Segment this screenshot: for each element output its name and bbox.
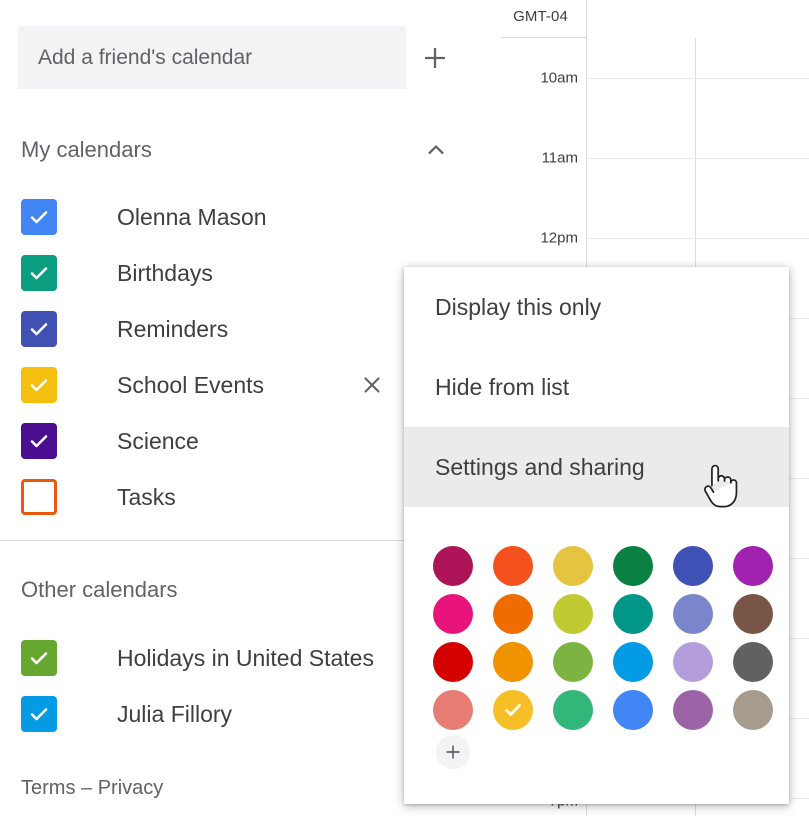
- add-custom-color-button[interactable]: [436, 735, 470, 769]
- calendar-name: Holidays in United States: [117, 644, 374, 671]
- color-swatch-option[interactable]: [609, 542, 657, 590]
- color-swatch-option[interactable]: [549, 542, 597, 590]
- calendar-checkbox[interactable]: [21, 199, 57, 235]
- color-swatch-option[interactable]: [429, 590, 477, 638]
- menu-item-label: Settings and sharing: [435, 453, 645, 480]
- calendar-name: Julia Fillory: [117, 700, 233, 727]
- calendar-row-olenna-mason[interactable]: Olenna Mason: [0, 189, 480, 245]
- color-swatch-option[interactable]: [729, 542, 777, 590]
- menu-item-label: Hide from list: [435, 373, 570, 400]
- color-swatch-option[interactable]: [669, 542, 717, 590]
- check-icon: [30, 267, 48, 280]
- color-swatch-option[interactable]: [729, 590, 777, 638]
- calendar-checkbox[interactable]: [21, 423, 57, 459]
- color-palette-grid: [404, 522, 789, 734]
- add-friend-calendar-input[interactable]: [18, 26, 406, 89]
- other-calendars-title: Other calendars: [21, 577, 178, 602]
- color-swatch-option[interactable]: [729, 686, 777, 734]
- calendar-name: Reminders: [117, 315, 229, 342]
- calendar-name: School Events: [117, 371, 265, 398]
- calendar-checkbox[interactable]: [21, 696, 57, 732]
- color-swatch-option[interactable]: [609, 590, 657, 638]
- color-swatch-option[interactable]: [489, 638, 537, 686]
- calendar-checkbox[interactable]: [21, 255, 57, 291]
- calendar-hour-line: [587, 78, 809, 79]
- color-swatch-option[interactable]: [549, 686, 597, 734]
- calendar-checkbox[interactable]: [21, 311, 57, 347]
- color-swatch-option[interactable]: [429, 638, 477, 686]
- sidebar-divider: [0, 540, 410, 541]
- calendar-remove-button[interactable]: [352, 365, 392, 405]
- calendar-name: Science: [117, 427, 199, 454]
- footer-links: Terms – Privacy: [21, 777, 163, 800]
- terms-link[interactable]: Terms: [21, 777, 75, 799]
- plus-icon: [446, 745, 460, 759]
- menu-item-label: Display this only: [435, 293, 602, 320]
- privacy-link[interactable]: Privacy: [98, 777, 164, 799]
- calendar-hour-line: [587, 238, 809, 239]
- color-swatch-option[interactable]: [669, 590, 717, 638]
- my-calendars-header[interactable]: My calendars: [0, 124, 480, 176]
- menu-item-settings-and-sharing[interactable]: Settings and sharing: [404, 427, 789, 507]
- my-calendars-title: My calendars: [21, 137, 152, 162]
- calendar-checkbox[interactable]: [21, 367, 57, 403]
- plus-icon: [425, 47, 445, 68]
- calendar-name: Olenna Mason: [117, 203, 267, 230]
- menu-item-display-this-only[interactable]: Display this only: [404, 267, 789, 347]
- check-icon: [30, 211, 48, 224]
- color-swatch-option[interactable]: [489, 542, 537, 590]
- check-icon: [30, 435, 48, 448]
- add-friend-calendar-row: [18, 26, 464, 89]
- color-swatch-option[interactable]: [669, 638, 717, 686]
- check-icon: [30, 379, 48, 392]
- menu-item-hide-from-list[interactable]: Hide from list: [404, 347, 789, 427]
- timezone-header: GMT-04: [501, 0, 587, 38]
- hour-label-11am: 11am: [541, 149, 578, 167]
- calendar-name: Tasks: [117, 483, 176, 510]
- color-swatch-option[interactable]: [669, 686, 717, 734]
- close-icon: [364, 377, 380, 393]
- color-swatch-option[interactable]: [489, 590, 537, 638]
- calendar-hour-line: [587, 158, 809, 159]
- calendar-context-menu: Display this only Hide from list Setting…: [404, 267, 789, 804]
- check-icon: [505, 704, 521, 716]
- check-icon: [30, 708, 48, 721]
- timezone-label: GMT-04: [513, 8, 568, 25]
- color-swatch-option[interactable]: [609, 686, 657, 734]
- check-icon: [30, 652, 48, 665]
- color-swatch-option[interactable]: [609, 638, 657, 686]
- color-swatch-option[interactable]: [429, 686, 477, 734]
- color-swatch-option[interactable]: [549, 638, 597, 686]
- chevron-up-icon: [428, 145, 444, 155]
- color-swatch-option[interactable]: [549, 590, 597, 638]
- color-swatch-option[interactable]: [729, 638, 777, 686]
- footer-separator: –: [81, 777, 93, 799]
- add-calendar-plus-button[interactable]: [406, 26, 464, 89]
- calendar-name: Birthdays: [117, 259, 213, 286]
- color-swatch-option-selected[interactable]: [489, 686, 537, 734]
- hour-label-10am: 10am: [540, 69, 578, 87]
- app-root: GMT-04 10am 11am 12pm 7pm: [0, 0, 809, 816]
- my-calendars-collapse-toggle[interactable]: [416, 130, 456, 170]
- calendar-checkbox[interactable]: [21, 640, 57, 676]
- color-swatch-option[interactable]: [429, 542, 477, 590]
- calendar-checkbox[interactable]: [21, 479, 57, 515]
- hour-label-12pm: 12pm: [540, 229, 578, 247]
- check-icon: [30, 323, 48, 336]
